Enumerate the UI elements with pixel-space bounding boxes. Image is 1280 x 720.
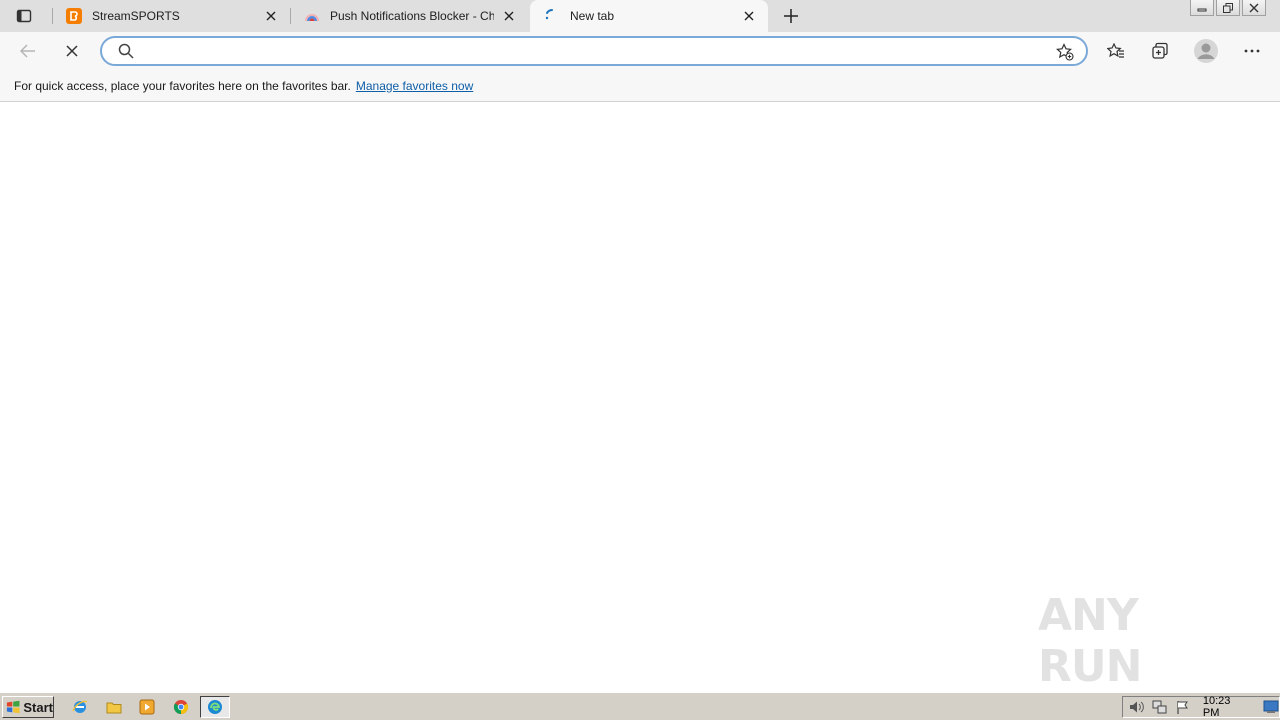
tab-title: Push Notifications Blocker - Ch: [330, 9, 494, 23]
tab-title: StreamSPORTS: [92, 9, 180, 23]
edge-taskbar-button[interactable]: [200, 696, 230, 718]
close-tab-icon[interactable]: [740, 7, 758, 25]
tab-actions-button[interactable]: [10, 6, 38, 26]
avatar: [1194, 39, 1218, 63]
minimize-button[interactable]: [1190, 0, 1214, 16]
chrome-quicklaunch[interactable]: [171, 698, 191, 716]
start-label: Start: [23, 699, 53, 715]
tab-new-tab[interactable]: New tab: [530, 0, 768, 32]
folder-icon: [106, 702, 122, 714]
clock[interactable]: 10:23 PM: [1203, 695, 1247, 719]
anyrun-watermark: ANY RUN: [1038, 590, 1238, 692]
loading-spinner-icon: [544, 8, 560, 24]
media-player-icon: [139, 699, 155, 715]
add-favorite-icon[interactable]: [1056, 43, 1074, 64]
stop-loading-button[interactable]: [58, 37, 86, 65]
back-button[interactable]: [14, 37, 42, 65]
blogger-icon: [66, 8, 82, 24]
address-bar[interactable]: [100, 36, 1088, 66]
restore-icon: [1223, 2, 1233, 13]
settings-menu-button[interactable]: [1238, 37, 1266, 65]
network-icon[interactable]: [1152, 699, 1169, 715]
watermark-text: ANY RUN: [1038, 590, 1142, 692]
media-player-quicklaunch[interactable]: [137, 698, 157, 716]
ie-quicklaunch[interactable]: [70, 698, 90, 716]
system-tray: 10:23 PM: [1122, 695, 1280, 719]
collections-icon: [1152, 42, 1168, 59]
close-tab-icon[interactable]: [262, 7, 280, 25]
chrome-web-store-icon: [304, 8, 320, 24]
tab-actions-icon: [16, 9, 32, 23]
plus-icon: [784, 9, 798, 23]
taskbar: Start 10:23 PM: [0, 692, 1280, 720]
profile-button[interactable]: [1192, 37, 1220, 65]
start-button[interactable]: Start: [2, 696, 54, 718]
favorites-bar-message: For quick access, place your favorites h…: [14, 78, 351, 93]
tab-strip: StreamSPORTS Push Notifications Blocker …: [0, 0, 1280, 32]
windows-logo-icon: [6, 700, 20, 714]
close-icon: [1249, 3, 1259, 12]
browser-toolbar: [0, 32, 1280, 70]
tab-streamsports[interactable]: StreamSPORTS: [52, 0, 290, 32]
minimize-icon: [1197, 8, 1207, 11]
favorites-button[interactable]: [1102, 37, 1130, 65]
action-center-flag-icon[interactable]: [1174, 699, 1191, 715]
search-icon: [118, 43, 134, 62]
close-window-button[interactable]: [1242, 0, 1266, 16]
address-input[interactable]: [142, 41, 1042, 61]
close-tab-icon[interactable]: [500, 7, 518, 25]
back-arrow-icon: [20, 44, 35, 58]
window-controls: [1188, 0, 1266, 18]
close-icon: [66, 45, 78, 57]
volume-icon[interactable]: [1129, 699, 1146, 715]
more-horizontal-icon: [1244, 49, 1260, 53]
explorer-quicklaunch[interactable]: [104, 698, 124, 716]
show-desktop-icon[interactable]: [1262, 699, 1279, 715]
manage-favorites-link[interactable]: Manage favorites now: [356, 79, 473, 93]
edge-icon: [208, 700, 222, 714]
new-tab-button[interactable]: [778, 4, 804, 28]
chrome-icon: [173, 700, 189, 715]
collections-button[interactable]: [1146, 37, 1174, 65]
restore-button[interactable]: [1216, 0, 1240, 16]
internet-explorer-icon: [72, 700, 88, 713]
favorites-bar: For quick access, place your favorites h…: [0, 70, 1280, 102]
tab-title: New tab: [570, 9, 615, 23]
favorites-star-icon: [1107, 43, 1124, 58]
tab-push-notifications-blocker[interactable]: Push Notifications Blocker - Ch: [290, 0, 528, 32]
